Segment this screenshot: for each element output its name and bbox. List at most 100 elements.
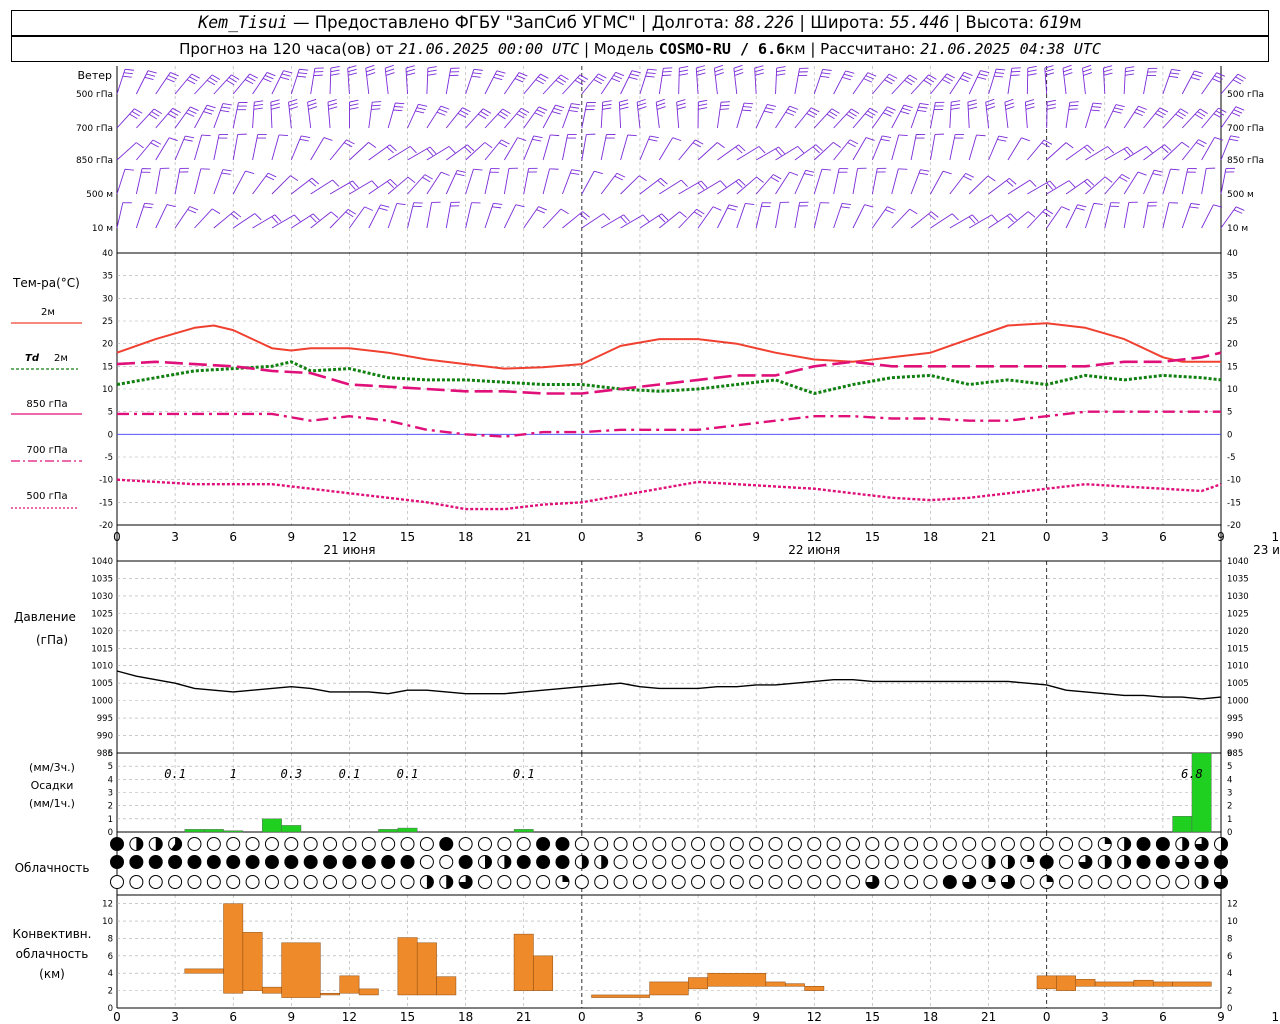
- wind-barb-feather: [900, 111, 910, 115]
- wind-barb-feather: [136, 142, 144, 149]
- cloud-symbol: [419, 837, 434, 851]
- temp-ytick-left: 35: [102, 272, 113, 282]
- cloud-symbol: [361, 837, 376, 851]
- precip-ytick-left: 1: [108, 815, 113, 825]
- wind-barb-staff: [794, 107, 812, 129]
- wind-barb-feather: [205, 107, 214, 112]
- cloud-circle: [110, 837, 124, 851]
- wind-barb: [329, 180, 359, 195]
- press-ytick-left: 1015: [91, 644, 113, 654]
- wind-barb: [618, 99, 629, 129]
- cloud-symbol: [1155, 837, 1170, 851]
- wind-barb-feather: [1027, 73, 1037, 76]
- wind-barb-feather: [330, 211, 339, 218]
- wind-barb-staff: [813, 108, 833, 129]
- wind-barb-feather: [720, 180, 727, 188]
- wind-barb-feather: [457, 169, 466, 173]
- precip-ytick-right: 4: [1227, 775, 1232, 785]
- wind-barb-feather: [498, 142, 508, 148]
- wind-barb-staff: [1084, 102, 1094, 129]
- cloud-symbols: [110, 837, 1228, 889]
- wind-barb: [755, 103, 777, 129]
- conv-bar: [339, 975, 360, 994]
- cloud-symbol: [1117, 837, 1132, 851]
- wind-barb-staff: [600, 134, 607, 161]
- wind-barb-feather: [289, 106, 299, 110]
- wind-title: Ветер: [78, 69, 112, 82]
- wind-barb-feather: [172, 107, 181, 114]
- cloud-symbol: [1078, 875, 1093, 889]
- wind-barb: [600, 134, 616, 161]
- cloud-symbol: [904, 875, 919, 889]
- wind-barb-staff: [1123, 105, 1139, 129]
- wind-barb-feather: [493, 202, 503, 205]
- temp-xtick: 0: [113, 530, 121, 544]
- wind-barb-staff: [736, 102, 745, 129]
- cloud-symbol: [865, 855, 880, 869]
- wind-barb-feather: [967, 102, 977, 107]
- wind-barb-feather: [1229, 138, 1239, 142]
- wind-barb-staff: [116, 169, 126, 195]
- wind-barb: [988, 68, 1006, 95]
- wind-barb-staff: [949, 173, 967, 195]
- cloud-symbol: [1000, 855, 1015, 869]
- wind-barb-feather: [931, 211, 939, 218]
- wind-barb-feather: [1082, 68, 1092, 73]
- wind-barb-staff: [930, 171, 944, 195]
- wind-barb-staff: [387, 203, 398, 229]
- wind-barb-feather: [846, 113, 855, 120]
- wind-barb-feather: [170, 72, 179, 77]
- wind-barb-staff: [676, 102, 680, 129]
- cloud-circle: [245, 875, 260, 889]
- wind-barb-feather: [280, 76, 290, 80]
- precip-total-label: 6.8: [1181, 767, 1203, 781]
- cloud-circle: [1117, 875, 1132, 889]
- cloud-symbol: [110, 875, 124, 889]
- conv-ytick-left: 2: [108, 987, 113, 997]
- wind-barb: [620, 134, 637, 161]
- conv-ytick-right: 4: [1227, 969, 1232, 979]
- cloud-symbol: [1020, 837, 1035, 851]
- cloud-symbol: [710, 855, 725, 869]
- wind-barb-staff: [445, 68, 452, 95]
- wind-barb: [949, 100, 961, 129]
- precip-ytick-right: 0: [1227, 828, 1232, 838]
- wind-barb-staff: [581, 213, 604, 229]
- precip-total-label: 1: [230, 767, 237, 781]
- temperature-lines: [116, 322, 1222, 511]
- conv-bar: [513, 933, 534, 991]
- wind-barb-feather: [614, 175, 624, 181]
- cloud-symbol: [264, 875, 279, 889]
- wind-barb-feather: [998, 135, 1008, 139]
- cloud-circle: [206, 837, 221, 851]
- wind-barb-staff: [910, 211, 932, 229]
- wind-barb: [174, 135, 195, 161]
- cloud-symbol: [1000, 875, 1015, 889]
- cloud-fill: [988, 855, 996, 869]
- cloud-symbol: [497, 855, 512, 869]
- wind-barb-staff: [1181, 139, 1199, 161]
- wind-barb-feather: [919, 172, 929, 175]
- cloud-circle: [536, 837, 551, 851]
- wind-barb-feather: [1041, 142, 1050, 148]
- wind-barb-feather: [482, 108, 492, 114]
- conv-ytick-left: 0: [108, 1004, 113, 1014]
- wind-barb-staff: [581, 134, 587, 161]
- precip-bar: [1191, 752, 1212, 833]
- wind-barb-feather: [265, 175, 275, 181]
- cloud-symbol: [381, 837, 396, 851]
- wind-barb-staff: [327, 102, 331, 129]
- wind-barb-staff: [310, 137, 325, 161]
- cloud-circle: [632, 875, 647, 889]
- wind-barb-feather: [211, 208, 221, 214]
- wind-barb-feather: [395, 102, 405, 105]
- temp-xtick: 12: [1271, 530, 1280, 544]
- cloud-circle: [671, 837, 686, 851]
- cloud-circle: [865, 837, 880, 851]
- press-ytick-right: 995: [1227, 714, 1243, 724]
- wind-barb-feather: [867, 110, 876, 116]
- wind-barb: [252, 214, 282, 229]
- wind-barb: [271, 134, 288, 161]
- temp-ytick-right: -10: [1227, 476, 1241, 486]
- cloud-circle: [1020, 837, 1035, 851]
